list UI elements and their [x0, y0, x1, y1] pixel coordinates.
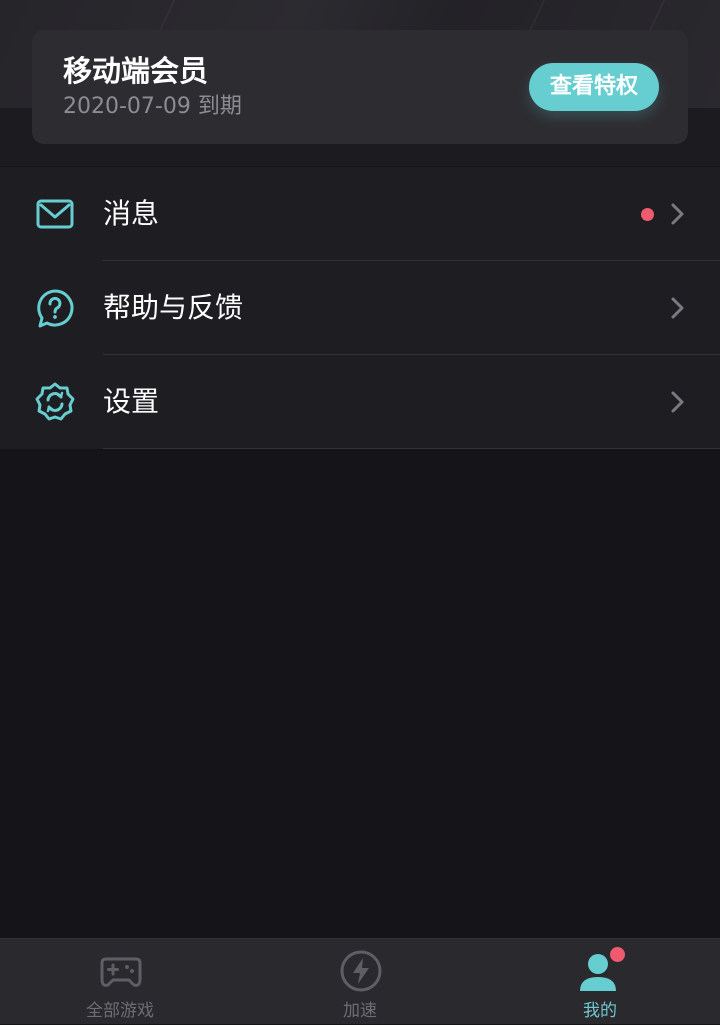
tab-mine[interactable]: 我的 — [480, 939, 720, 1025]
membership-title: 移动端会员 — [63, 54, 209, 88]
tab-all-games[interactable]: 全部游戏 — [0, 939, 240, 1025]
tab-label: 加速 — [343, 1001, 377, 1021]
membership-expiry: 2020-07-09 到期 — [63, 94, 242, 119]
tab-label: 我的 — [583, 1001, 617, 1021]
chevron-right-icon — [671, 203, 684, 225]
chevron-right-icon — [671, 297, 684, 319]
lightning-icon — [340, 950, 382, 992]
menu-item-label: 消息 — [103, 197, 160, 230]
unread-indicator — [641, 208, 654, 221]
tab-badge — [610, 947, 625, 962]
menu-item-help-feedback[interactable]: 帮助与反馈 — [0, 261, 720, 355]
gamepad-icon — [100, 957, 142, 987]
menu-item-messages[interactable]: 消息 — [0, 167, 720, 261]
tab-accelerate[interactable]: 加速 — [240, 939, 480, 1025]
menu-item-label: 设置 — [103, 385, 160, 418]
chevron-right-icon — [671, 391, 684, 413]
mail-icon — [36, 199, 74, 229]
menu-item-settings[interactable]: 设置 — [0, 355, 720, 449]
settings-gear-icon — [35, 382, 75, 421]
divider — [103, 448, 720, 449]
menu-item-label: 帮助与反馈 — [103, 291, 244, 324]
membership-card: 移动端会员 2020-07-09 到期 查看特权 — [32, 30, 688, 144]
settings-menu: 消息 帮助与反馈 设置 — [0, 167, 720, 449]
view-privileges-button[interactable]: 查看特权 — [529, 63, 659, 111]
help-bubble-icon — [37, 289, 74, 328]
bottom-tab-bar: 全部游戏 加速 我的 — [0, 938, 720, 1024]
tab-label: 全部游戏 — [86, 1001, 154, 1021]
